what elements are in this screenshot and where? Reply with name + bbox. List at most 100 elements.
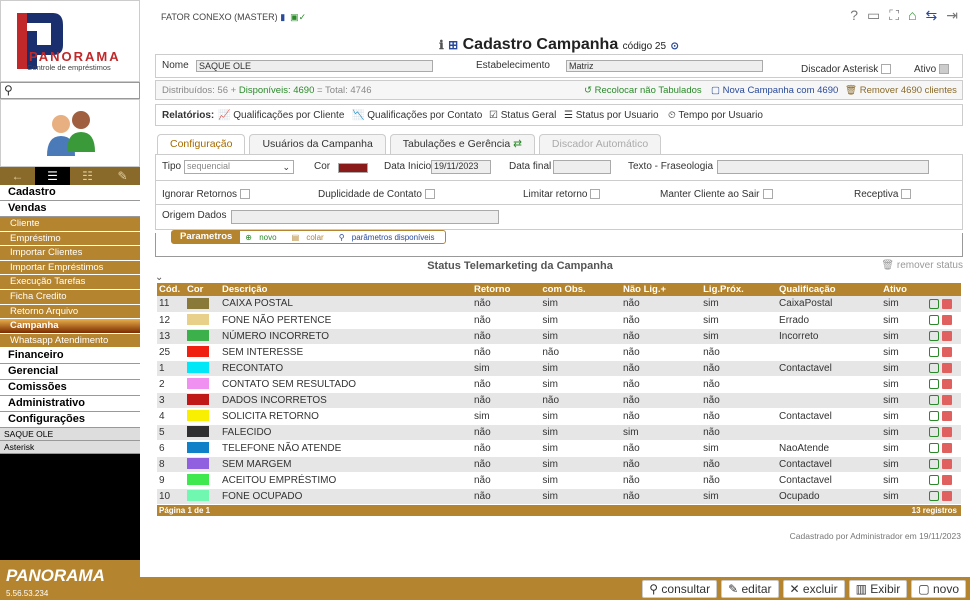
- delete-icon[interactable]: [942, 426, 952, 437]
- remove-status-link[interactable]: 🗑 remover status: [881, 260, 963, 271]
- estabelecimento-input[interactable]: Matriz: [566, 60, 763, 72]
- delete-icon[interactable]: [942, 474, 952, 485]
- sidebar-item-comiss-es[interactable]: Comissões: [0, 380, 140, 397]
- collapse-icon[interactable]: ⌄: [155, 272, 163, 283]
- sidebar-search-input[interactable]: ⚲: [0, 82, 140, 99]
- tab-configuracao[interactable]: Configuração: [157, 134, 246, 154]
- excluir-button[interactable]: ✕ excluir: [782, 579, 845, 598]
- table-row[interactable]: 10 FONE OCUPADO não sim não sim Ocupado sim: [157, 488, 961, 505]
- delete-icon[interactable]: [942, 362, 952, 373]
- edit-icon[interactable]: [929, 394, 939, 405]
- column-header[interactable]: com Obs.: [540, 283, 621, 296]
- edit-icon[interactable]: [929, 346, 939, 357]
- edit-icon[interactable]: [929, 474, 939, 485]
- back-icon[interactable]: ←: [0, 167, 35, 185]
- table-row[interactable]: 12 FONE NÃO PERTENCE não sim não sim Errado sim: [157, 312, 961, 329]
- table-row[interactable]: 3 DADOS INCORRETOS não não não não sim: [157, 392, 961, 409]
- menu-icon[interactable]: ☰: [35, 167, 70, 185]
- editar-button[interactable]: ✎ editar: [721, 579, 779, 598]
- data-inicio-input[interactable]: 19/11/2023: [431, 160, 491, 174]
- calendar-check-icon[interactable]: ▣✓: [290, 12, 306, 22]
- edit-icon[interactable]: [929, 298, 939, 309]
- delete-icon[interactable]: [942, 394, 952, 405]
- delete-icon[interactable]: [942, 458, 952, 469]
- remover-clientes-link[interactable]: 🗑 Remover 4690 clientes: [845, 85, 957, 96]
- network-icon[interactable]: ⛶: [889, 7, 899, 24]
- sync-icon[interactable]: ⇆: [926, 7, 938, 24]
- home-icon[interactable]: ⌂: [908, 7, 916, 24]
- table-row[interactable]: 1 RECONTATO sim sim não não Contactavel sim: [157, 360, 961, 377]
- recolocar-link[interactable]: ↺ Recolocar não Tabulados: [584, 85, 702, 96]
- sidebar-item-importar-empr-stimos[interactable]: Importar Empréstimos: [0, 260, 140, 276]
- sidebar-item-asterisk[interactable]: Asterisk: [0, 441, 140, 455]
- column-header[interactable]: Ativo: [881, 283, 927, 296]
- table-row[interactable]: 5 FALECIDO não sim sim não sim: [157, 424, 961, 441]
- sidebar-item-ficha-credito[interactable]: Ficha Credito: [0, 289, 140, 305]
- sidebar-item-importar-clientes[interactable]: Importar Clientes: [0, 246, 140, 261]
- table-row[interactable]: 9 ACEITOU EMPRÉSTIMO não sim não não Contactav…: [157, 472, 961, 489]
- table-row[interactable]: 4 SOLICITA RETORNO sim sim não não Contactavel…: [157, 408, 961, 425]
- delete-icon[interactable]: [942, 442, 952, 453]
- ignorar-checkbox[interactable]: [240, 189, 251, 200]
- limitar-checkbox[interactable]: [590, 189, 601, 200]
- sidebar-item-empr-stimo[interactable]: Empréstimo: [0, 231, 140, 247]
- help-icon[interactable]: ?: [850, 7, 858, 24]
- sidebar-item-vendas[interactable]: Vendas: [0, 201, 140, 217]
- book-icon[interactable]: ▮: [280, 12, 285, 22]
- delete-icon[interactable]: [942, 330, 952, 341]
- sidebar-item-administrativo[interactable]: Administrativo: [0, 396, 140, 413]
- report-link-qual-contato[interactable]: 📉 Qualificações por Contato: [352, 110, 482, 121]
- origem-dados-input[interactable]: [231, 210, 499, 224]
- column-header[interactable]: Não Lig.+: [620, 283, 702, 296]
- receptiva-checkbox[interactable]: [901, 189, 912, 200]
- add-icon[interactable]: ⊞: [448, 38, 458, 52]
- params-disp-link[interactable]: ⚲ parâmetros disponíveis: [334, 233, 445, 242]
- edit-icon[interactable]: [929, 458, 939, 469]
- table-row[interactable]: 25 SEM INTERESSE não não não não sim: [157, 344, 961, 361]
- discador-checkbox[interactable]: [881, 64, 892, 75]
- sidebar-item-retorno-arquivo[interactable]: Retorno Arquivo: [0, 304, 140, 320]
- table-row[interactable]: 11 CAIXA POSTAL não sim não sim CaixaPostal sim: [157, 296, 961, 313]
- consultar-button[interactable]: ⚲ consultar: [642, 579, 718, 598]
- tipo-select[interactable]: sequencial ⌄: [184, 160, 294, 174]
- table-row[interactable]: 6 TELEFONE NÃO ATENDE não sim não sim NaoAtend…: [157, 440, 961, 457]
- report-link-tempo-usuario[interactable]: ⏲ Tempo por Usuario: [668, 110, 763, 121]
- table-row[interactable]: 13 NÚMERO INCORRETO não sim não sim Incorreto s…: [157, 328, 961, 345]
- novo-button[interactable]: ▢ novo: [911, 579, 966, 598]
- duplicidade-checkbox[interactable]: [424, 189, 435, 200]
- table-row[interactable]: 8 SEM MARGEM não sim não não Contactavel sim: [157, 456, 961, 473]
- tab-usuarios[interactable]: Usuários da Campanha: [249, 134, 386, 154]
- sidebar-item-whatsapp-atendimento[interactable]: Whatsapp Atendimento: [0, 333, 140, 349]
- report-link-status-usuario[interactable]: ☰ Status por Usuario: [564, 110, 659, 121]
- column-header[interactable]: Lig.Próx.: [701, 283, 778, 296]
- report-link-status-geral[interactable]: ☑ Status Geral: [489, 110, 556, 121]
- chat-icon[interactable]: ✎: [105, 167, 140, 185]
- report-link-qual-cliente[interactable]: 📈 Qualificações por Cliente: [218, 110, 344, 121]
- sidebar-item-saque-ole[interactable]: SAQUE OLE: [0, 428, 140, 442]
- column-header[interactable]: Cód.: [157, 283, 185, 296]
- ativo-checkbox[interactable]: [939, 64, 950, 75]
- exit-icon[interactable]: ⇥: [946, 7, 958, 24]
- edit-icon[interactable]: [929, 410, 939, 421]
- sidebar-item-financeiro[interactable]: Financeiro: [0, 348, 140, 365]
- column-header[interactable]: Retorno: [472, 283, 541, 296]
- exibir-button[interactable]: ▥ Exibir: [848, 579, 908, 598]
- edit-icon[interactable]: [929, 426, 939, 437]
- edit-icon[interactable]: [929, 442, 939, 453]
- delete-icon[interactable]: [942, 314, 952, 325]
- sidebar-item-execu-o-tarefas[interactable]: Execução Tarefas: [0, 275, 140, 290]
- tab-tabulacoes[interactable]: Tabulações e Gerência ⇄: [389, 134, 535, 154]
- list-icon[interactable]: ☷: [70, 167, 105, 185]
- monitor-icon[interactable]: ▭: [867, 7, 880, 24]
- edit-icon[interactable]: [929, 314, 939, 325]
- manter-checkbox[interactable]: [762, 189, 773, 200]
- column-header[interactable]: Cor: [185, 283, 220, 296]
- sidebar-item-gerencial[interactable]: Gerencial: [0, 364, 140, 381]
- data-final-input[interactable]: [553, 160, 611, 174]
- delete-icon[interactable]: [942, 346, 952, 357]
- sidebar-item-campanha[interactable]: Campanha: [0, 319, 140, 334]
- fraseologia-input[interactable]: [717, 160, 929, 174]
- colar-param-link[interactable]: ▤ colar: [287, 233, 334, 242]
- sidebar-item-cliente[interactable]: Cliente: [0, 217, 140, 232]
- toggle-icon[interactable]: ⊙: [671, 41, 679, 52]
